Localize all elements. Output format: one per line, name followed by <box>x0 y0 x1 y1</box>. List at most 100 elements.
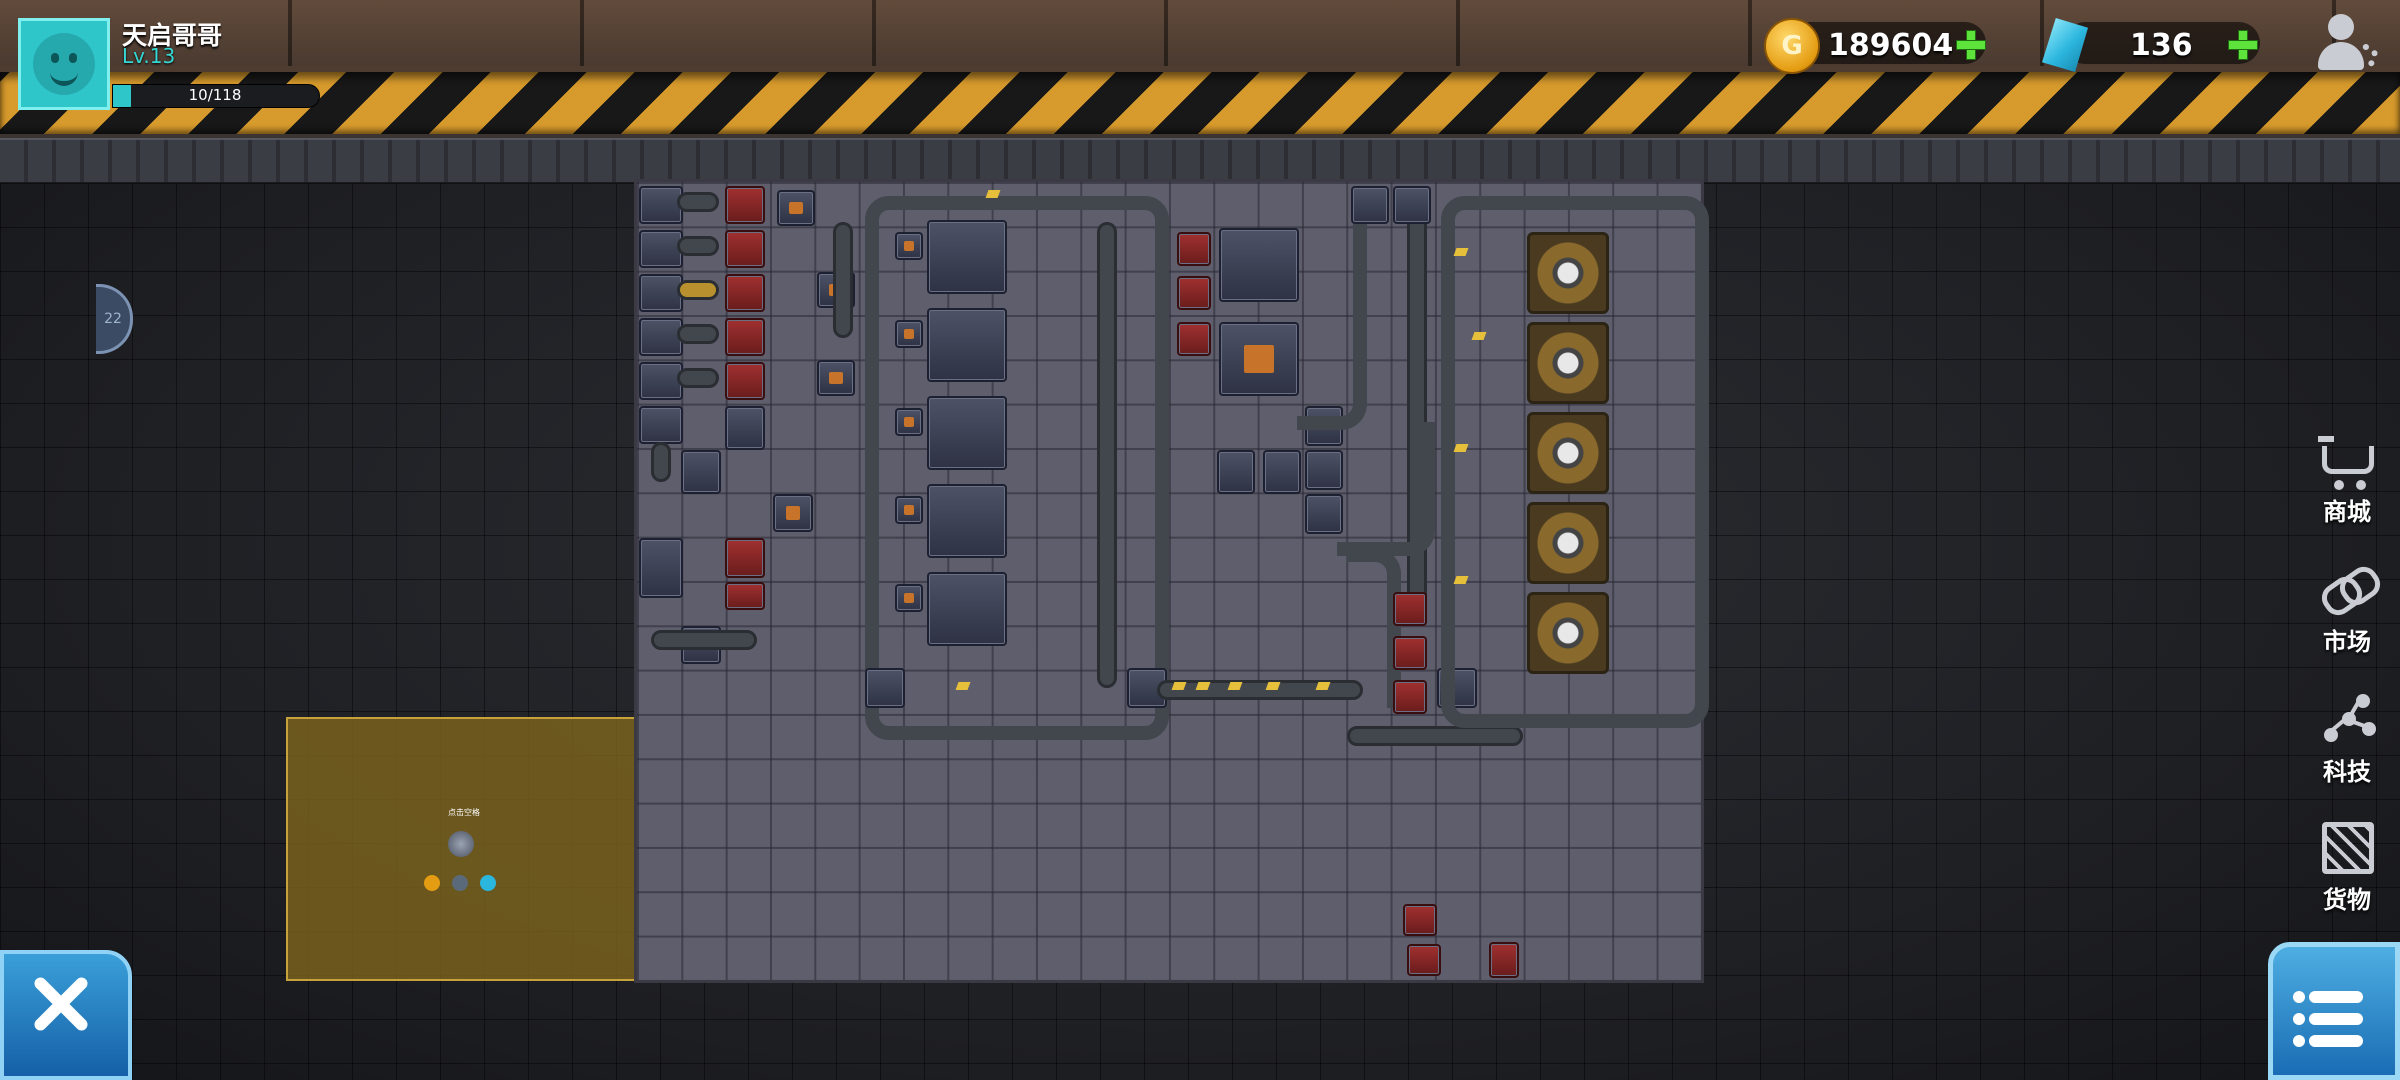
smelter-machine[interactable] <box>725 582 765 610</box>
menu-cargo[interactable]: 货物 <box>2312 822 2382 932</box>
hazard-stripe <box>0 72 2400 134</box>
smelter-machine[interactable] <box>1489 942 1519 978</box>
extractor-machine[interactable] <box>639 274 683 312</box>
splitter-machine[interactable] <box>817 360 855 396</box>
smelter-machine[interactable] <box>725 230 765 268</box>
gem-amount: 136 <box>2130 28 2193 63</box>
refinery-machine[interactable] <box>1527 232 1609 314</box>
smelter-machine[interactable] <box>725 274 765 312</box>
inserter[interactable] <box>895 496 923 524</box>
xp-text: 10/118 <box>188 86 242 104</box>
account-settings-icon[interactable] <box>2318 14 2382 78</box>
inserter[interactable] <box>895 232 923 260</box>
conveyor-belt <box>677 368 719 388</box>
build-button[interactable] <box>0 950 132 1080</box>
conveyor-belt <box>833 222 853 338</box>
conveyor-rail-top <box>0 138 2400 185</box>
extractor-machine[interactable] <box>639 230 683 268</box>
menu-cargo-label: 货物 <box>2323 886 2371 914</box>
assembler-machine[interactable] <box>725 406 765 450</box>
factory-machine[interactable] <box>927 396 1007 470</box>
smelter-machine[interactable] <box>1177 232 1211 266</box>
extractor-machine[interactable] <box>639 362 683 400</box>
crate-icon <box>2322 822 2374 874</box>
conveyor-belt <box>677 236 719 256</box>
conveyor-loop <box>865 196 1169 740</box>
conveyor-belt <box>1157 680 1363 700</box>
conveyor-belt <box>1097 222 1117 688</box>
inserter[interactable] <box>895 408 923 436</box>
player-avatar[interactable] <box>18 18 110 110</box>
add-gold-button[interactable] <box>1956 30 1986 60</box>
extractor-machine[interactable] <box>639 406 683 444</box>
coin-mini-icon <box>424 875 440 891</box>
assembler-machine[interactable] <box>773 494 813 532</box>
smelter-machine[interactable] <box>1393 592 1427 626</box>
factory-machine[interactable] <box>927 220 1007 294</box>
conveyor-belt <box>651 630 757 650</box>
storage-machine[interactable] <box>1263 450 1301 494</box>
gold-amount: 189604 <box>1828 28 1954 63</box>
menu-shop[interactable]: 商城 <box>2312 434 2382 544</box>
smelter-machine[interactable] <box>1393 680 1427 714</box>
inserter[interactable] <box>895 584 923 612</box>
smelter-machine[interactable] <box>1177 322 1211 356</box>
conveyor-belt <box>677 324 719 344</box>
smelter-machine[interactable] <box>725 318 765 356</box>
factory-floor[interactable] <box>637 182 1709 980</box>
storage-machine[interactable] <box>1393 186 1431 224</box>
conveyor-belt <box>1297 196 1367 430</box>
factory-machine[interactable] <box>1219 228 1299 302</box>
storage-machine[interactable] <box>865 668 905 708</box>
smelter-machine[interactable] <box>1407 944 1441 976</box>
smelter-machine[interactable] <box>725 362 765 400</box>
gold-coin-symbol: G <box>1781 31 1803 61</box>
factory-machine[interactable] <box>927 308 1007 382</box>
selection-zone-label: 点击空格 <box>448 808 480 817</box>
menu-market[interactable]: 市场 <box>2312 561 2386 674</box>
menu-shop-label: 商城 <box>2323 498 2371 526</box>
add-gem-button[interactable] <box>2228 30 2258 60</box>
smelter-machine[interactable] <box>725 186 765 224</box>
smelter-machine[interactable] <box>1393 636 1427 670</box>
tech-tree-icon <box>2322 694 2376 746</box>
gold-coin-icon: G <box>1764 18 1820 74</box>
player-level: Lv.13 <box>122 44 176 68</box>
conveyor-belt <box>1407 196 1427 622</box>
factory-machine[interactable] <box>1219 322 1299 396</box>
storage-machine[interactable] <box>681 450 721 494</box>
core-icon <box>448 831 474 857</box>
top-wall-panels <box>0 0 2400 66</box>
smelter-machine[interactable] <box>1177 276 1211 310</box>
menu-tech[interactable]: 科技 <box>2312 694 2382 804</box>
gem-mini-icon <box>480 875 496 891</box>
extractor-machine[interactable] <box>639 318 683 356</box>
main-menu-button[interactable] <box>2268 942 2400 1080</box>
machine-mini-icon <box>452 875 468 891</box>
refinery-machine[interactable] <box>1527 412 1609 494</box>
side-tab-label: 22 <box>104 311 122 327</box>
top-banner <box>0 0 2400 140</box>
storage-machine[interactable] <box>1217 450 1255 494</box>
smelter-machine[interactable] <box>725 538 765 578</box>
inserter[interactable] <box>895 320 923 348</box>
selection-zone[interactable]: 点击空格 <box>286 717 640 981</box>
splitter-machine[interactable] <box>777 190 815 226</box>
shopping-cart-icon <box>2322 446 2374 474</box>
refinery-machine[interactable] <box>1527 592 1609 674</box>
smelter-machine[interactable] <box>1403 904 1437 936</box>
refinery-machine[interactable] <box>1527 322 1609 404</box>
menu-market-label: 市场 <box>2323 628 2371 656</box>
refinery-machine[interactable] <box>1527 502 1609 584</box>
link-icon <box>2316 561 2386 621</box>
avatar-face-icon <box>33 33 95 95</box>
factory-machine[interactable] <box>927 484 1007 558</box>
storage-machine[interactable] <box>1351 186 1389 224</box>
conveyor-belt <box>651 442 671 482</box>
factory-machine[interactable] <box>927 572 1007 646</box>
conveyor-belt <box>1347 726 1523 746</box>
conveyor-belt <box>677 280 719 300</box>
menu-tech-label: 科技 <box>2323 758 2371 786</box>
crafter-machine[interactable] <box>639 538 683 598</box>
extractor-machine[interactable] <box>639 186 683 224</box>
